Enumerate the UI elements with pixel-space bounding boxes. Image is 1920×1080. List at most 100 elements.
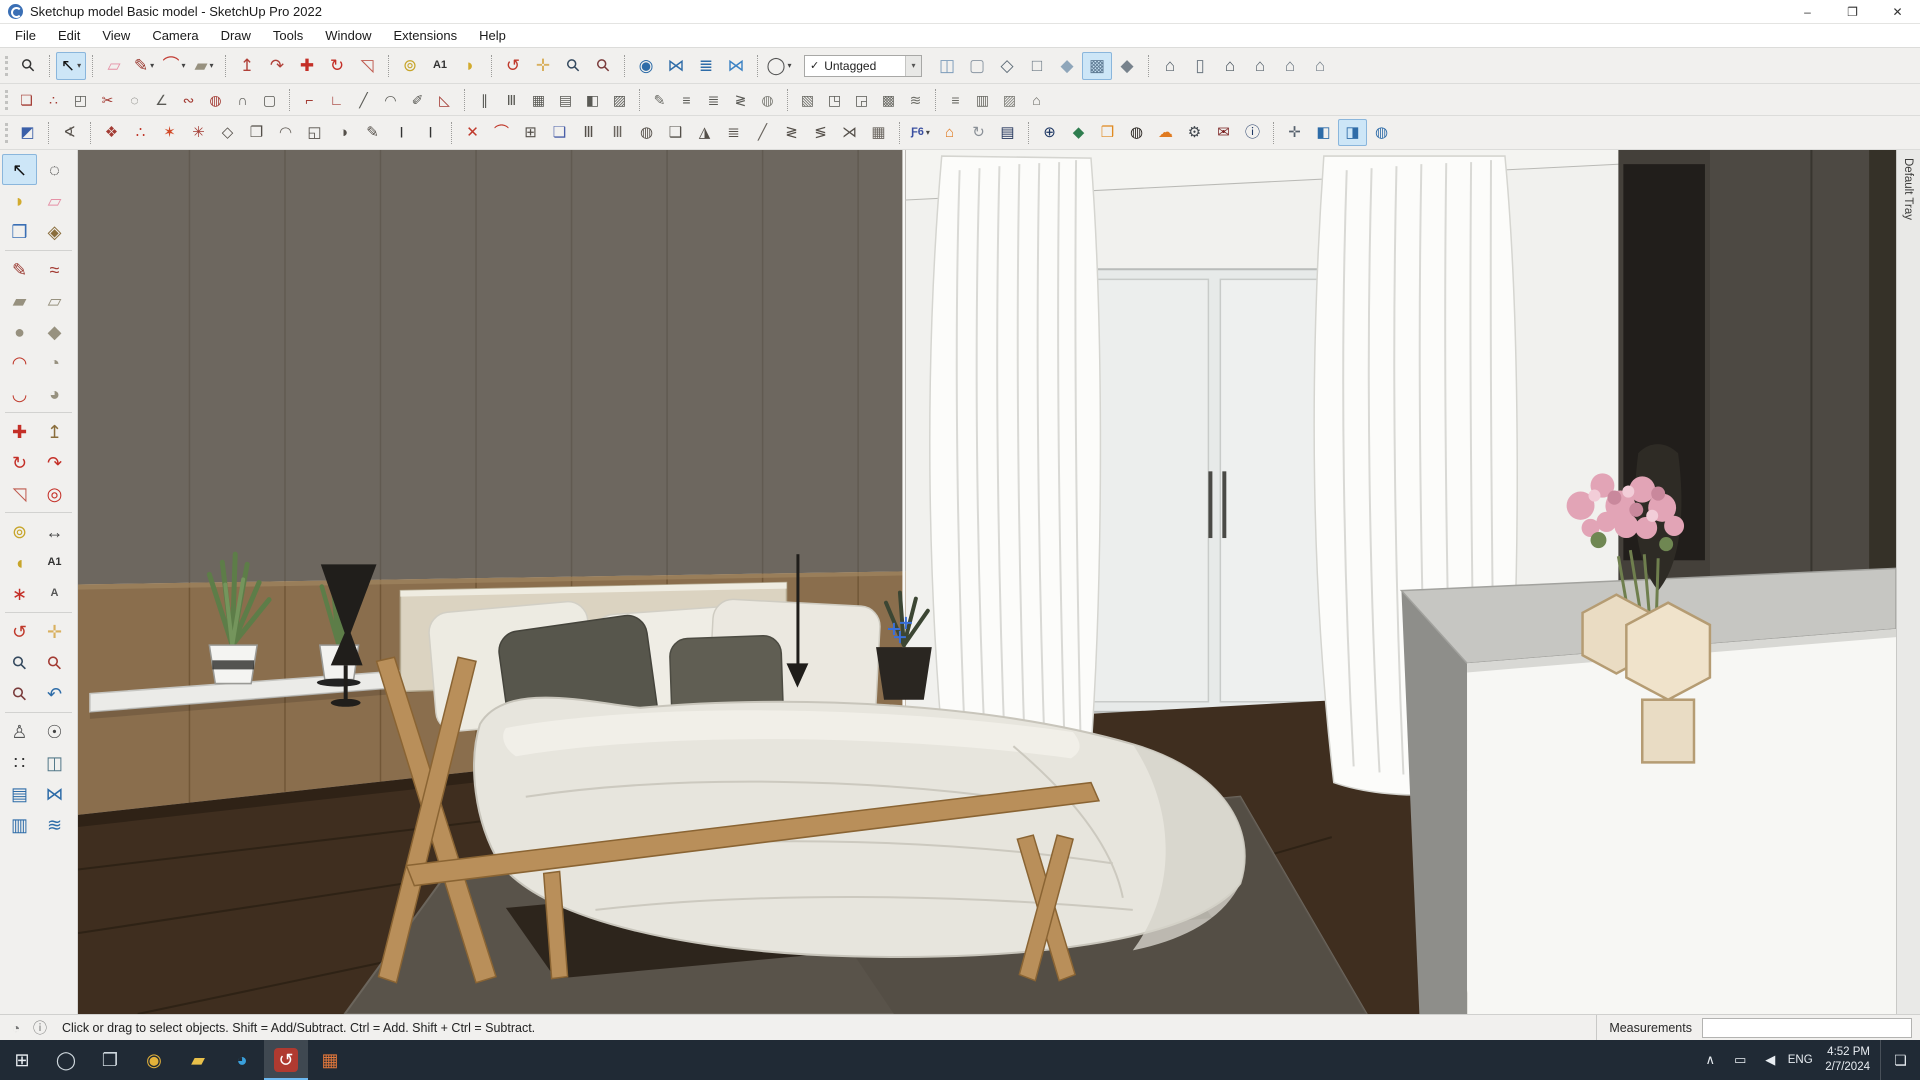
look-around-tool[interactable]: ☉ <box>37 716 72 747</box>
file-explorer-button[interactable]: ▰ <box>176 1040 220 1080</box>
profile-tool-icon[interactable]: Ⅲ <box>574 119 603 146</box>
hidden-line-style-button[interactable]: □ <box>1022 52 1052 80</box>
scale-tool[interactable]: ◹ <box>2 478 37 509</box>
menu-file[interactable]: File <box>4 25 47 46</box>
info-button[interactable]: ⓘ <box>1238 119 1267 146</box>
default-tray-strip[interactable]: Default Tray <box>1896 150 1920 1014</box>
menu-draw[interactable]: Draw <box>210 25 262 46</box>
rotate-tool-button[interactable]: ↻ <box>322 52 352 80</box>
ext-sphere-icon[interactable]: ◍ <box>202 87 229 112</box>
tag-tool[interactable]: ◈ <box>37 216 72 247</box>
cage-tool-icon[interactable]: ⊞ <box>516 119 545 146</box>
follow-me-tool[interactable]: ↷ <box>37 447 72 478</box>
ext-stair2-icon[interactable]: ≣ <box>700 87 727 112</box>
office-app-button[interactable]: ▦ <box>308 1040 352 1080</box>
circle-tool[interactable]: ● <box>2 316 37 347</box>
tray-expand-button[interactable]: ∧ <box>1695 1040 1725 1080</box>
two-point-arc-tool[interactable]: ◠ <box>2 347 37 378</box>
section-display-toggle[interactable]: ▤ <box>2 778 37 809</box>
ext-corner-icon[interactable]: ⌐ <box>296 87 323 112</box>
zoom-in-tool-button[interactable]: ⚲ <box>558 52 588 80</box>
section-fill-toggle[interactable]: ▥ <box>2 809 37 840</box>
back-edges-style-button[interactable]: ▢ <box>962 52 992 80</box>
ext-box-icon[interactable]: ◰ <box>67 87 94 112</box>
blue-face-tool-button[interactable]: ◩ <box>13 119 42 146</box>
ext-dashed-circle-icon[interactable]: ◌ <box>121 87 148 112</box>
ext-dome-icon[interactable]: ∩ <box>229 87 256 112</box>
iso-view-button[interactable]: ⌂ <box>1155 52 1185 80</box>
monochrome-style-button[interactable]: ◆ <box>1112 52 1142 80</box>
comp-arc-icon[interactable]: ◠ <box>271 119 300 146</box>
ext-diagonal-icon[interactable]: ╱ <box>350 87 377 112</box>
blue-page-tool-icon[interactable]: ❏ <box>545 119 574 146</box>
push-pull-tool[interactable]: ↥ <box>37 416 72 447</box>
orange-file-button[interactable]: ❒ <box>1093 119 1122 146</box>
plan-view-button[interactable]: ▯ <box>1185 52 1215 80</box>
tag-dropdown-arrow-icon[interactable]: ▾ <box>905 56 921 76</box>
ext-hatch3-icon[interactable]: ▨ <box>996 87 1023 112</box>
pan-tool-button[interactable]: ✛ <box>528 52 558 80</box>
start-button[interactable]: ⊞ <box>0 1040 44 1080</box>
panel-tool-icon[interactable]: ❑ <box>661 119 690 146</box>
comp-weld-icon[interactable]: ✳ <box>184 119 213 146</box>
ext-angle-icon[interactable]: ∟ <box>323 87 350 112</box>
round-tool-icon[interactable]: ◍ <box>632 119 661 146</box>
ext-columns-icon[interactable]: Ⅲ <box>498 87 525 112</box>
restore-button[interactable]: ❐ <box>1830 0 1875 23</box>
sketchup-taskbar-button[interactable]: ↺ <box>264 1040 308 1080</box>
line-tool[interactable]: ✎ <box>2 254 37 285</box>
red-curve-tool-icon[interactable]: ⌒ <box>487 119 516 146</box>
menu-camera[interactable]: Camera <box>141 25 209 46</box>
previous-view-tool[interactable]: ↶ <box>37 678 72 709</box>
offset-tool[interactable]: ◎ <box>37 478 72 509</box>
eraser-tool-button[interactable]: ▱ <box>99 52 129 80</box>
select-tool[interactable]: ↖ <box>2 154 37 185</box>
sync-button[interactable]: ↻ <box>964 119 993 146</box>
look-around-button[interactable]: ◉ <box>631 52 661 80</box>
move-tool[interactable]: ✚ <box>2 416 37 447</box>
tape-measure-tool[interactable]: ⊚ <box>2 516 37 547</box>
axes-tool[interactable]: ∗ <box>2 578 37 609</box>
checkered-ball-button[interactable]: ◍ <box>1122 119 1151 146</box>
three-point-arc-tool[interactable]: ◡ <box>2 378 37 409</box>
back-wall[interactable] <box>78 150 906 585</box>
walk-blue-button[interactable]: ⋈ <box>661 52 691 80</box>
make-component-tool[interactable]: ❒ <box>2 216 37 247</box>
ext-wave-icon[interactable]: ≋ <box>902 87 929 112</box>
ext-plan-icon[interactable]: ❏ <box>13 87 40 112</box>
stairs-down-tool-icon[interactable]: ≶ <box>806 119 835 146</box>
comp-shape-icon[interactable]: ◇ <box>213 119 242 146</box>
back-view-button[interactable]: ⌂ <box>1275 52 1305 80</box>
ext-swirl-icon[interactable]: ∾ <box>175 87 202 112</box>
pan-tool[interactable]: ✛ <box>37 616 72 647</box>
language-indicator[interactable]: ENG <box>1785 1040 1815 1080</box>
ext-scissors-icon[interactable]: ✂ <box>94 87 121 112</box>
xray-style-button[interactable]: ◫ <box>932 52 962 80</box>
rectangle-tool-button[interactable]: ▰▾ <box>189 52 219 80</box>
slope-tool-icon[interactable]: ╱ <box>748 119 777 146</box>
divider-bar-icon[interactable]: | <box>387 119 416 146</box>
arc-tool-button[interactable]: ⌒▾ <box>159 52 189 80</box>
tag-dropdown[interactable]: ✓ Untagged ▾ <box>804 55 922 77</box>
walk-tool[interactable]: ∷ <box>2 747 37 778</box>
top-view-button[interactable]: ⌂ <box>1215 52 1245 80</box>
fredo-tools-button[interactable]: Ƒ6▾ <box>906 119 935 146</box>
select-tool-button[interactable]: ↖▾ <box>56 52 86 80</box>
taskbar-clock[interactable]: 4:52 PM 2/7/2024 <box>1815 1040 1880 1080</box>
ext-vertices-icon[interactable]: ∴ <box>40 87 67 112</box>
credits-status-icon[interactable]: ⓘ <box>28 1017 52 1039</box>
ext-sphere2-icon[interactable]: ◍ <box>754 87 781 112</box>
network-status-icon[interactable]: ▭ <box>1725 1040 1755 1080</box>
curtain-left[interactable] <box>930 156 1101 791</box>
comp-half-icon[interactable]: ◑ <box>329 119 358 146</box>
divider-bar2-icon[interactable]: | <box>416 119 445 146</box>
texture-ball-icon[interactable]: ▦ <box>864 119 893 146</box>
freehand-tool[interactable]: ≈ <box>37 254 72 285</box>
stairs-up-tool-icon[interactable]: ≷ <box>777 119 806 146</box>
paint-bucket-button[interactable]: ◗ <box>455 52 485 80</box>
follow-me-tool-button[interactable]: ↷ <box>262 52 292 80</box>
pie-tool[interactable]: ◕ <box>37 378 72 409</box>
ext-triangle-icon[interactable]: ◺ <box>431 87 458 112</box>
dimension-tool[interactable]: ↔ <box>37 516 72 547</box>
close-button[interactable]: ✕ <box>1875 0 1920 23</box>
